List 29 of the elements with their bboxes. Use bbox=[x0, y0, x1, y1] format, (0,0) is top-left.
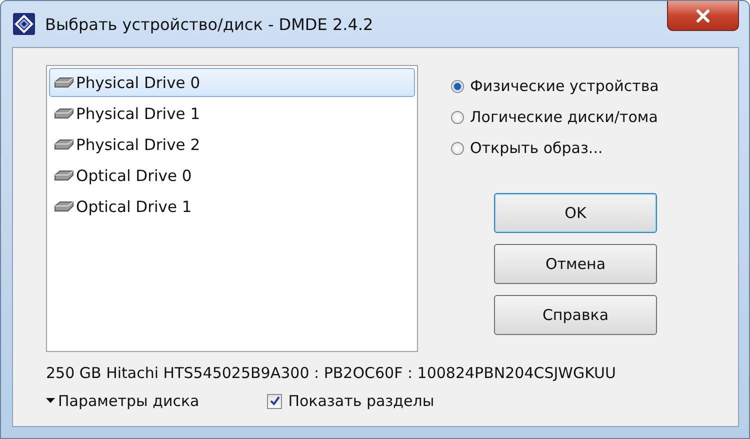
radio-button[interactable] bbox=[451, 80, 464, 92]
drive-icon bbox=[53, 138, 75, 150]
close-icon bbox=[695, 8, 711, 22]
drive-icon bbox=[53, 170, 75, 182]
device-item[interactable]: Optical Drive 1 bbox=[49, 192, 415, 221]
checkbox[interactable] bbox=[267, 394, 282, 408]
radio-option[interactable]: Логические диски/тома bbox=[451, 106, 659, 128]
dialog-button[interactable]: Отмена bbox=[494, 244, 657, 284]
drive-icon bbox=[53, 76, 75, 88]
disk-info: 250 GB Hitachi HTS545025B9A300 : PB2OC60F : 100824PBN204CSJWGKUU bbox=[46, 364, 618, 382]
device-item[interactable]: Physical Drive 2 bbox=[49, 130, 415, 159]
device-item[interactable]: Physical Drive 0 bbox=[49, 68, 415, 97]
radio-option[interactable]: Открыть образ... bbox=[451, 137, 659, 159]
radio-option[interactable]: Физические устройства bbox=[451, 75, 659, 97]
dialog-button[interactable]: OK bbox=[494, 193, 657, 233]
radio-button[interactable] bbox=[451, 142, 464, 154]
device-item[interactable]: Optical Drive 0 bbox=[49, 161, 415, 190]
caret-icon bbox=[46, 398, 55, 404]
close-button[interactable] bbox=[667, 1, 739, 31]
drive-icon bbox=[53, 200, 75, 212]
show-partitions-checkbox[interactable]: Показать разделы bbox=[267, 392, 434, 410]
app-icon bbox=[13, 13, 35, 35]
window-title: Выбрать устройство/диск - DMDE 2.4.2 bbox=[45, 14, 374, 34]
drive-icon bbox=[53, 108, 75, 120]
dialog-button[interactable]: Справка bbox=[494, 295, 657, 335]
device-item[interactable]: Physical Drive 1 bbox=[49, 99, 415, 128]
radio-button[interactable] bbox=[451, 110, 464, 124]
disk-params-toggle[interactable]: Параметры диска bbox=[46, 392, 200, 410]
check-icon bbox=[268, 395, 281, 407]
